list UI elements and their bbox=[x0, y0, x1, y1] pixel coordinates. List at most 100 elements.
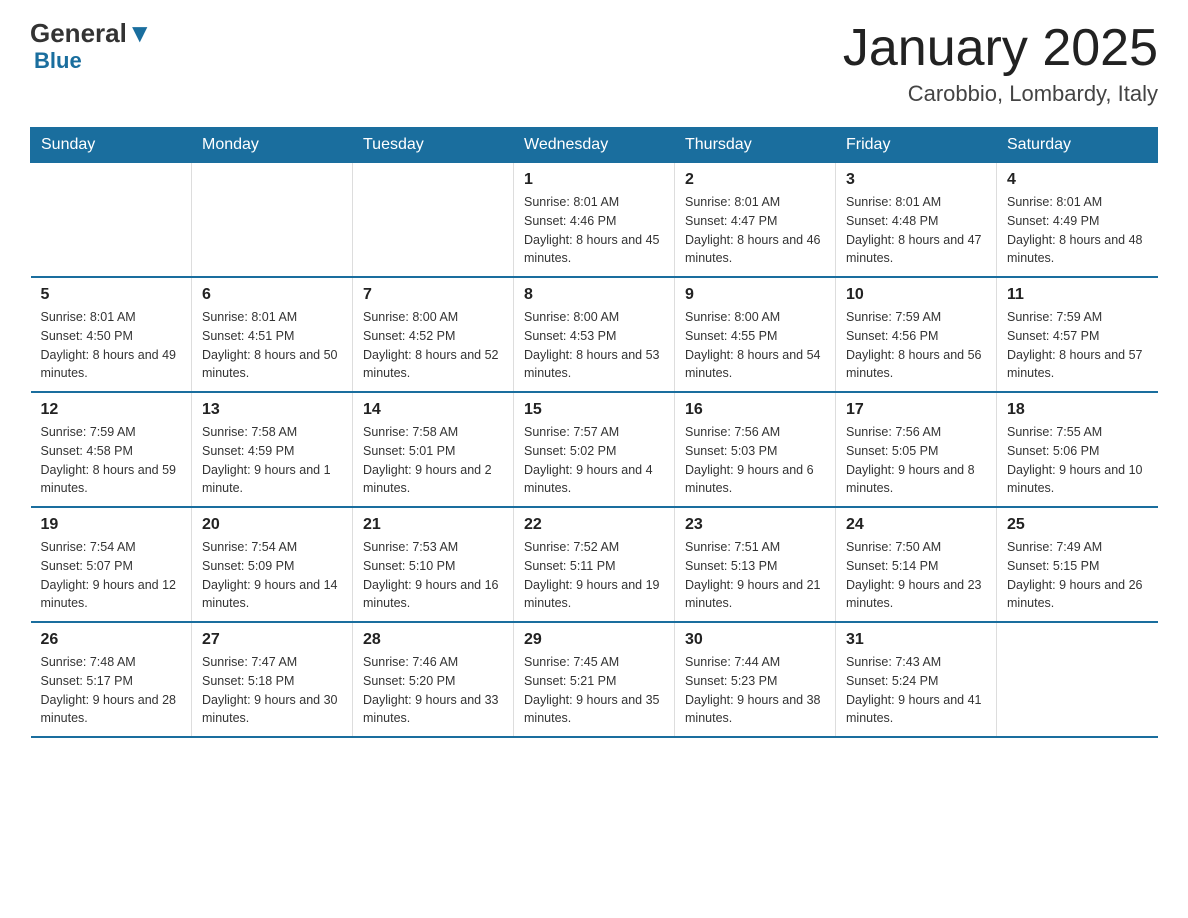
calendar-week-row: 12Sunrise: 7:59 AMSunset: 4:58 PMDayligh… bbox=[31, 392, 1158, 507]
day-info: Sunrise: 7:47 AMSunset: 5:18 PMDaylight:… bbox=[202, 653, 342, 728]
day-info: Sunrise: 7:44 AMSunset: 5:23 PMDaylight:… bbox=[685, 653, 825, 728]
day-of-week-header: Thursday bbox=[675, 128, 836, 163]
day-number: 27 bbox=[202, 631, 342, 649]
day-info: Sunrise: 7:43 AMSunset: 5:24 PMDaylight:… bbox=[846, 653, 986, 728]
day-number: 18 bbox=[1007, 401, 1148, 419]
day-number: 4 bbox=[1007, 171, 1148, 189]
logo-arrow-icon: ▼ bbox=[127, 18, 153, 48]
day-number: 3 bbox=[846, 171, 986, 189]
calendar-cell: 7 Sunrise: 8:00 AMSunset: 4:52 PMDaylight… bbox=[353, 277, 514, 392]
day-number: 2 bbox=[685, 171, 825, 189]
day-info: Sunrise: 7:53 AMSunset: 5:10 PMDaylight:… bbox=[363, 538, 503, 613]
day-info: Sunrise: 7:58 AMSunset: 4:59 PMDaylight:… bbox=[202, 423, 342, 498]
day-info: Sunrise: 7:50 AMSunset: 5:14 PMDaylight:… bbox=[846, 538, 986, 613]
day-info: Sunrise: 7:56 AMSunset: 5:05 PMDaylight:… bbox=[846, 423, 986, 498]
calendar-cell: 28 Sunrise: 7:46 AMSunset: 5:20 PMDayligh… bbox=[353, 622, 514, 737]
day-of-week-header: Sunday bbox=[31, 128, 192, 163]
calendar-cell: 30Sunrise: 7:44 AMSunset: 5:23 PMDayligh… bbox=[675, 622, 836, 737]
calendar-cell: 21 Sunrise: 7:53 AMSunset: 5:10 PMDayligh… bbox=[353, 507, 514, 622]
day-number: 8 bbox=[524, 286, 664, 304]
day-number: 25 bbox=[1007, 516, 1148, 534]
calendar-cell: 27 Sunrise: 7:47 AMSunset: 5:18 PMDayligh… bbox=[192, 622, 353, 737]
day-number: 11 bbox=[1007, 286, 1148, 304]
logo-general-text: General▼ bbox=[30, 20, 153, 46]
calendar-cell: 19 Sunrise: 7:54 AMSunset: 5:07 PMDayligh… bbox=[31, 507, 192, 622]
day-info: Sunrise: 7:59 AMSunset: 4:57 PMDaylight:… bbox=[1007, 308, 1148, 383]
calendar-cell: 13 Sunrise: 7:58 AMSunset: 4:59 PMDayligh… bbox=[192, 392, 353, 507]
day-info: Sunrise: 7:56 AMSunset: 5:03 PMDaylight:… bbox=[685, 423, 825, 498]
day-info: Sunrise: 7:59 AMSunset: 4:56 PMDaylight:… bbox=[846, 308, 986, 383]
day-of-week-header: Saturday bbox=[997, 128, 1158, 163]
day-number: 1 bbox=[524, 171, 664, 189]
day-info: Sunrise: 7:51 AMSunset: 5:13 PMDaylight:… bbox=[685, 538, 825, 613]
location-text: Carobbio, Lombardy, Italy bbox=[843, 81, 1158, 107]
day-info: Sunrise: 8:01 AMSunset: 4:46 PMDaylight:… bbox=[524, 193, 664, 268]
calendar-week-row: 1 Sunrise: 8:01 AMSunset: 4:46 PMDaylight… bbox=[31, 163, 1158, 278]
day-info: Sunrise: 8:00 AMSunset: 4:53 PMDaylight:… bbox=[524, 308, 664, 383]
day-info: Sunrise: 7:46 AMSunset: 5:20 PMDaylight:… bbox=[363, 653, 503, 728]
day-number: 6 bbox=[202, 286, 342, 304]
day-number: 20 bbox=[202, 516, 342, 534]
calendar-cell: 24 Sunrise: 7:50 AMSunset: 5:14 PMDayligh… bbox=[836, 507, 997, 622]
calendar-cell: 11 Sunrise: 7:59 AMSunset: 4:57 PMDayligh… bbox=[997, 277, 1158, 392]
calendar-week-row: 19 Sunrise: 7:54 AMSunset: 5:07 PMDayligh… bbox=[31, 507, 1158, 622]
calendar-cell: 1 Sunrise: 8:01 AMSunset: 4:46 PMDaylight… bbox=[514, 163, 675, 278]
calendar-cell bbox=[353, 163, 514, 278]
day-number: 23 bbox=[685, 516, 825, 534]
day-info: Sunrise: 8:01 AMSunset: 4:51 PMDaylight:… bbox=[202, 308, 342, 383]
calendar-cell: 12Sunrise: 7:59 AMSunset: 4:58 PMDayligh… bbox=[31, 392, 192, 507]
day-number: 13 bbox=[202, 401, 342, 419]
day-number: 5 bbox=[41, 286, 182, 304]
day-info: Sunrise: 8:00 AMSunset: 4:55 PMDaylight:… bbox=[685, 308, 825, 383]
calendar-cell: 22 Sunrise: 7:52 AMSunset: 5:11 PMDayligh… bbox=[514, 507, 675, 622]
calendar-week-row: 26Sunrise: 7:48 AMSunset: 5:17 PMDayligh… bbox=[31, 622, 1158, 737]
day-info: Sunrise: 7:49 AMSunset: 5:15 PMDaylight:… bbox=[1007, 538, 1148, 613]
calendar-cell: 25 Sunrise: 7:49 AMSunset: 5:15 PMDayligh… bbox=[997, 507, 1158, 622]
day-number: 21 bbox=[363, 516, 503, 534]
day-number: 9 bbox=[685, 286, 825, 304]
day-of-week-header: Friday bbox=[836, 128, 997, 163]
day-number: 31 bbox=[846, 631, 986, 649]
day-info: Sunrise: 7:54 AMSunset: 5:09 PMDaylight:… bbox=[202, 538, 342, 613]
day-number: 22 bbox=[524, 516, 664, 534]
days-of-week-row: SundayMondayTuesdayWednesdayThursdayFrid… bbox=[31, 128, 1158, 163]
calendar-cell bbox=[192, 163, 353, 278]
day-info: Sunrise: 7:54 AMSunset: 5:07 PMDaylight:… bbox=[41, 538, 182, 613]
calendar-cell: 31 Sunrise: 7:43 AMSunset: 5:24 PMDayligh… bbox=[836, 622, 997, 737]
calendar-cell: 8 Sunrise: 8:00 AMSunset: 4:53 PMDaylight… bbox=[514, 277, 675, 392]
day-number: 29 bbox=[524, 631, 664, 649]
day-info: Sunrise: 7:52 AMSunset: 5:11 PMDaylight:… bbox=[524, 538, 664, 613]
day-info: Sunrise: 8:01 AMSunset: 4:49 PMDaylight:… bbox=[1007, 193, 1148, 268]
day-number: 17 bbox=[846, 401, 986, 419]
calendar-table: SundayMondayTuesdayWednesdayThursdayFrid… bbox=[30, 127, 1158, 738]
day-info: Sunrise: 7:58 AMSunset: 5:01 PMDaylight:… bbox=[363, 423, 503, 498]
title-block: January 2025 Carobbio, Lombardy, Italy bbox=[843, 20, 1158, 107]
day-number: 19 bbox=[41, 516, 182, 534]
day-of-week-header: Monday bbox=[192, 128, 353, 163]
calendar-cell: 17 Sunrise: 7:56 AMSunset: 5:05 PMDayligh… bbox=[836, 392, 997, 507]
calendar-cell: 26Sunrise: 7:48 AMSunset: 5:17 PMDayligh… bbox=[31, 622, 192, 737]
calendar-cell: 9 Sunrise: 8:00 AMSunset: 4:55 PMDaylight… bbox=[675, 277, 836, 392]
calendar-cell: 4 Sunrise: 8:01 AMSunset: 4:49 PMDaylight… bbox=[997, 163, 1158, 278]
calendar-cell: 20 Sunrise: 7:54 AMSunset: 5:09 PMDayligh… bbox=[192, 507, 353, 622]
day-info: Sunrise: 8:01 AMSunset: 4:48 PMDaylight:… bbox=[846, 193, 986, 268]
day-info: Sunrise: 7:45 AMSunset: 5:21 PMDaylight:… bbox=[524, 653, 664, 728]
day-number: 12 bbox=[41, 401, 182, 419]
day-number: 14 bbox=[363, 401, 503, 419]
calendar-cell: 2Sunrise: 8:01 AMSunset: 4:47 PMDaylight… bbox=[675, 163, 836, 278]
day-number: 24 bbox=[846, 516, 986, 534]
page-header: General▼ Blue January 2025 Carobbio, Lom… bbox=[30, 20, 1158, 107]
month-title: January 2025 bbox=[843, 20, 1158, 77]
day-number: 10 bbox=[846, 286, 986, 304]
logo-blue-text: Blue bbox=[30, 48, 82, 74]
day-info: Sunrise: 7:57 AMSunset: 5:02 PMDaylight:… bbox=[524, 423, 664, 498]
calendar-cell: 14 Sunrise: 7:58 AMSunset: 5:01 PMDayligh… bbox=[353, 392, 514, 507]
calendar-header: SundayMondayTuesdayWednesdayThursdayFrid… bbox=[31, 128, 1158, 163]
day-of-week-header: Wednesday bbox=[514, 128, 675, 163]
day-number: 28 bbox=[363, 631, 503, 649]
day-of-week-header: Tuesday bbox=[353, 128, 514, 163]
day-info: Sunrise: 8:00 AMSunset: 4:52 PMDaylight:… bbox=[363, 308, 503, 383]
calendar-cell bbox=[31, 163, 192, 278]
day-number: 7 bbox=[363, 286, 503, 304]
day-info: Sunrise: 7:48 AMSunset: 5:17 PMDaylight:… bbox=[41, 653, 182, 728]
